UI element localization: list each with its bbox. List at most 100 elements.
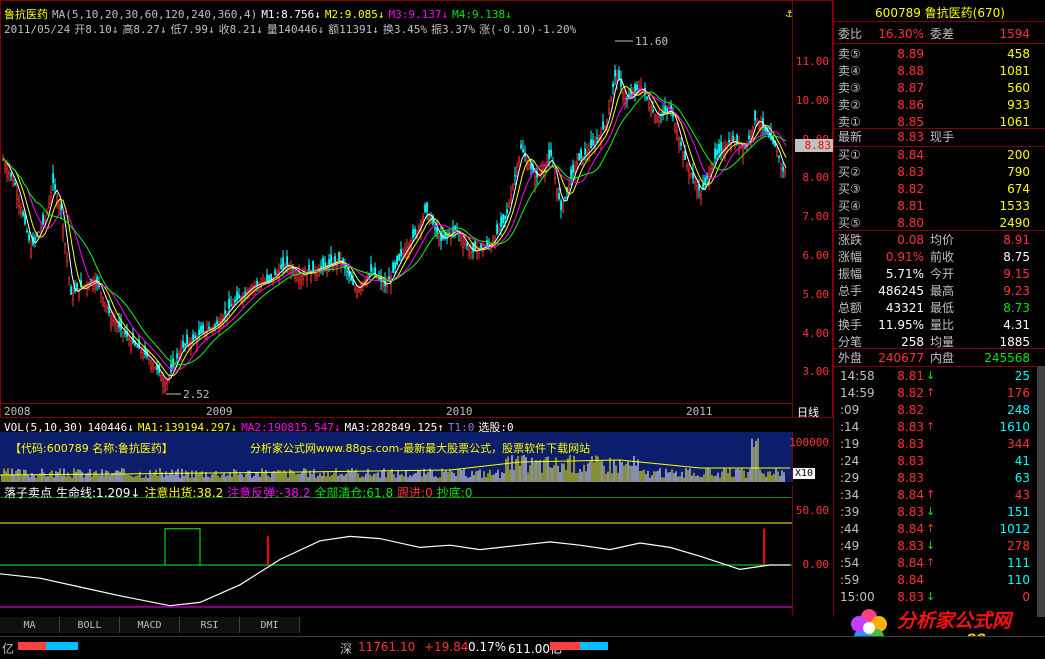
tab-boll[interactable]: BOLL	[60, 617, 120, 633]
tab-rsi[interactable]: RSI	[180, 617, 240, 633]
tick-price: 8.84	[897, 522, 924, 536]
candle-body	[66, 260, 69, 262]
candle-body	[716, 149, 719, 155]
candle-body	[370, 264, 373, 272]
candle-body	[2, 159, 5, 162]
tab-macd[interactable]: MACD	[120, 617, 180, 633]
candle-body	[324, 262, 327, 267]
year-label: 2010	[446, 405, 473, 418]
tab-ma[interactable]: MA	[0, 617, 60, 633]
candle-body	[702, 183, 705, 190]
tick-price: 8.83	[897, 454, 924, 468]
ohlc-close: 收8.21↓	[218, 23, 263, 36]
buy-level-volume: 200	[1007, 147, 1030, 162]
candle-body	[28, 234, 31, 241]
outer-inner-row: 外盘 240677 内盘 245568	[834, 349, 1034, 366]
kline-chart[interactable]: 11.60 2.52	[0, 0, 833, 418]
candle-body	[512, 184, 515, 189]
latest-row: 最新 8.83 现手	[834, 128, 1034, 145]
candle-body	[704, 177, 707, 185]
weibi-row: 委比 16.30% 委差 1594	[834, 25, 1034, 42]
candle-body	[116, 324, 119, 327]
candle-body	[64, 243, 67, 246]
buy-level-volume: 1533	[999, 198, 1030, 213]
tick-direction: ↑	[926, 556, 936, 569]
candle-body	[422, 216, 425, 220]
ma-m4: M4:9.138↓	[452, 7, 512, 21]
candle-body	[160, 375, 163, 382]
candle-body	[278, 270, 281, 281]
candle-body	[748, 135, 751, 139]
candle-body	[40, 227, 43, 230]
volume-chart[interactable]: 【代码:600789 名称:鲁抗医药】 分析家公式网www.88gs.com-最…	[0, 432, 792, 482]
stat-label: 涨幅	[838, 250, 863, 264]
candle-body	[286, 256, 289, 265]
candle-body	[718, 144, 721, 153]
sell-level-volume: 560	[1007, 80, 1030, 95]
candle-body	[244, 291, 247, 294]
trade-tick-row: :54 8.84 ↑ 111	[834, 556, 1034, 573]
candle-body	[714, 148, 717, 159]
candle-body	[592, 139, 595, 146]
candle-body	[386, 284, 389, 288]
watermark-site: 分析家公式网www.88gs.com-最新最大股票公式，股票软件下载网站	[250, 442, 591, 455]
stat-label: 均价	[930, 233, 955, 247]
stat-row: 振幅 5.71% 今开 9.15	[834, 265, 1034, 282]
tick-direction: ↑	[926, 522, 936, 535]
ind-axis-mid: 0.00	[802, 558, 830, 571]
tick-time: :24	[840, 454, 860, 468]
period-label[interactable]: 日线	[797, 404, 819, 420]
buy-level-price: 8.84	[897, 147, 924, 162]
candle-body	[166, 380, 169, 385]
buy-level-label: 买④	[838, 199, 861, 213]
candle-body	[398, 254, 401, 261]
candle-body	[330, 254, 333, 265]
tick-direction: ↑	[926, 420, 936, 433]
price-tick: 5.00	[802, 288, 830, 301]
candle-body	[236, 291, 239, 301]
buy-level-row: 买③ 8.82 674	[834, 180, 1034, 197]
candle-body	[754, 110, 757, 121]
low-price-label: 2.52	[183, 388, 210, 401]
tick-volume: 1012	[999, 522, 1030, 536]
candle-body	[24, 213, 27, 224]
candle-body	[70, 286, 73, 295]
sell-level-price: 8.85	[897, 114, 924, 129]
candle-body	[462, 239, 465, 248]
buy-level-row: 买② 8.83 790	[834, 163, 1034, 180]
candle-body	[68, 277, 71, 279]
candlestick-plot[interactable]: 11.60 2.52	[1, 1, 793, 404]
weicha-value: 1594	[999, 26, 1030, 41]
candle-body	[62, 226, 65, 237]
candle-body	[110, 317, 113, 326]
candle-body	[198, 329, 201, 336]
candle-body	[42, 214, 45, 224]
candle-body	[598, 135, 601, 139]
candle-body	[396, 255, 399, 265]
candle-body	[618, 70, 621, 81]
candle-body	[682, 152, 685, 160]
candle-body	[220, 318, 223, 329]
candle-body	[782, 166, 785, 172]
candle-body	[780, 164, 783, 170]
candle-body	[124, 332, 127, 335]
sell-level-price: 8.88	[897, 63, 924, 78]
candle-body	[556, 187, 559, 197]
candle-body	[10, 172, 13, 177]
indicator-chart[interactable]	[0, 497, 792, 615]
candle-body	[570, 169, 573, 180]
candle-body	[728, 139, 731, 143]
watermark-code: 【代码:600789 名称:鲁抗医药】	[10, 442, 173, 455]
candle-body	[78, 288, 81, 297]
candle-body	[424, 204, 427, 213]
candle-body	[4, 163, 7, 170]
tick-volume: 1610	[999, 420, 1030, 434]
stat-label: 量比	[930, 318, 955, 332]
tab-dmi[interactable]: DMI	[240, 617, 300, 633]
tick-scrollbar[interactable]	[1037, 366, 1045, 617]
candle-body	[34, 237, 37, 241]
candle-body	[558, 193, 561, 200]
candle-body	[48, 202, 51, 208]
candle-body	[720, 141, 723, 151]
candle-body	[426, 202, 429, 213]
